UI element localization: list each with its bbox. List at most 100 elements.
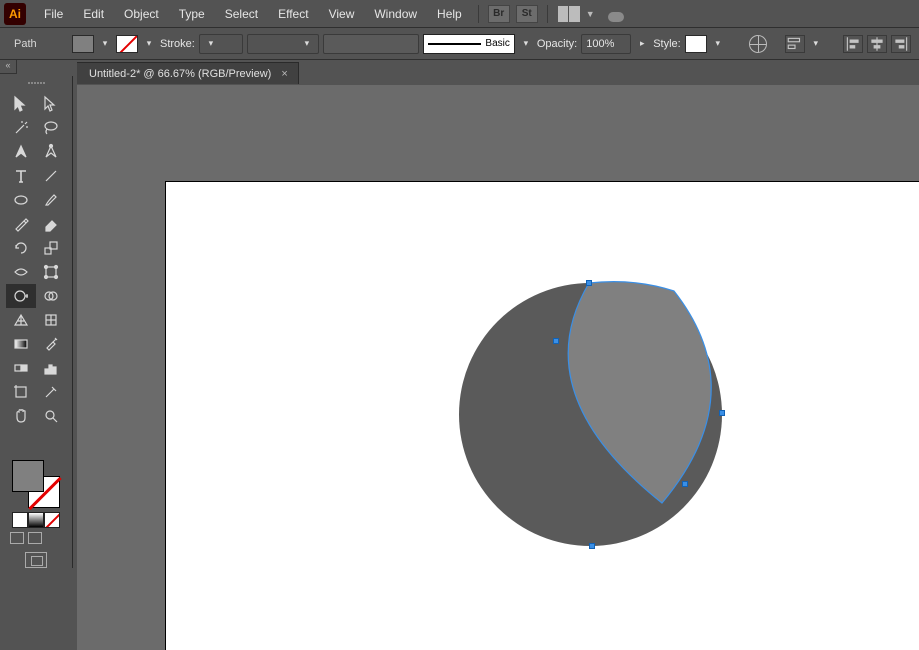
menu-type[interactable]: Type <box>169 0 215 28</box>
menu-view[interactable]: View <box>319 0 365 28</box>
anchor-point[interactable] <box>553 338 559 344</box>
selection-tool[interactable] <box>6 92 36 116</box>
stroke-swatch[interactable] <box>116 35 138 53</box>
menu-window[interactable]: Window <box>364 0 427 28</box>
close-icon[interactable]: × <box>281 68 287 80</box>
artboard-tool[interactable] <box>6 380 36 404</box>
screen-mode-button[interactable] <box>25 552 47 568</box>
color-mode-row <box>0 512 72 528</box>
menu-effect[interactable]: Effect <box>268 0 318 28</box>
eyedropper-tool[interactable] <box>36 332 66 356</box>
control-bar: Path ▾ ▾ Stroke: ▾ ▾ Basic ▾ Opacity: 10… <box>0 28 919 60</box>
ellipse-tool[interactable] <box>6 188 36 212</box>
hand-tool[interactable] <box>6 404 36 428</box>
anchor-point[interactable] <box>589 543 595 549</box>
magic-wand-tool[interactable] <box>6 116 36 140</box>
document-tab-title: Untitled-2* @ 66.67% (RGB/Preview) <box>89 68 271 80</box>
artboard[interactable] <box>165 181 919 650</box>
zoom-tool[interactable] <box>36 404 66 428</box>
menu-select[interactable]: Select <box>215 0 268 28</box>
opacity-label: Opacity: <box>537 38 577 50</box>
color-mode-gradient[interactable] <box>28 512 44 528</box>
menu-file[interactable]: File <box>34 0 73 28</box>
brush-definition-field[interactable] <box>323 34 419 54</box>
warp-tool[interactable] <box>6 284 36 308</box>
panel-grip[interactable] <box>0 82 72 90</box>
eraser-tool[interactable] <box>36 212 66 236</box>
separator <box>478 5 479 23</box>
align-left-button[interactable] <box>843 35 863 53</box>
opacity-flyout[interactable]: ▸ <box>635 35 649 53</box>
paintbrush-tool[interactable] <box>36 188 66 212</box>
pen-tool[interactable] <box>6 140 36 164</box>
document-tab[interactable]: Untitled-2* @ 66.67% (RGB/Preview) × <box>77 62 299 84</box>
stock-button[interactable]: St <box>516 5 538 23</box>
align-center-button[interactable] <box>867 35 887 53</box>
pencil-tool[interactable] <box>6 212 36 236</box>
graphic-style-swatch[interactable] <box>685 35 707 53</box>
gpu-performance-icon[interactable] <box>605 6 627 22</box>
anchor-point[interactable] <box>586 280 592 286</box>
width-tool[interactable] <box>6 260 36 284</box>
stepper-icon[interactable]: ▾ <box>204 35 218 53</box>
document-tab-row: Untitled-2* @ 66.67% (RGB/Preview) × <box>77 60 919 84</box>
chevron-down-icon: ▼ <box>586 9 595 19</box>
brush-stroke-icon <box>428 43 482 45</box>
chevron-down-icon: ▾ <box>300 35 314 53</box>
shape-builder-tool[interactable] <box>36 284 66 308</box>
selection-type-label: Path <box>8 38 68 50</box>
draw-behind[interactable] <box>28 532 42 544</box>
align-panel-button[interactable] <box>785 35 805 53</box>
chevron-down-icon[interactable]: ▾ <box>519 35 533 53</box>
slice-tool[interactable] <box>36 380 66 404</box>
column-graph-tool[interactable] <box>36 356 66 380</box>
app-icon: Ai <box>4 3 26 25</box>
toolbox <box>0 76 73 568</box>
menu-object[interactable]: Object <box>114 0 169 28</box>
menu-bar: Ai File Edit Object Type Select Effect V… <box>0 0 919 28</box>
perspective-tool[interactable] <box>6 308 36 332</box>
chevron-down-icon[interactable]: ▾ <box>711 35 725 53</box>
arrange-documents-button[interactable] <box>558 6 580 22</box>
opacity-value: 100% <box>586 38 614 50</box>
curvature-tool[interactable] <box>36 140 66 164</box>
fill-swatch[interactable] <box>72 35 94 53</box>
panel-collapse-button[interactable]: « <box>0 60 17 74</box>
brush-name: Basic <box>485 38 509 49</box>
blend-tool[interactable] <box>6 356 36 380</box>
gradient-tool[interactable] <box>6 332 36 356</box>
color-mode-none[interactable] <box>44 512 60 528</box>
rotate-tool[interactable] <box>6 236 36 260</box>
line-tool[interactable] <box>36 164 66 188</box>
fill-stroke-swatches[interactable] <box>12 460 60 508</box>
chevron-down-icon[interactable]: ▾ <box>98 35 112 53</box>
separator <box>547 5 548 23</box>
fill-color-swatch[interactable] <box>12 460 44 492</box>
recolor-artwork-icon[interactable] <box>749 35 767 53</box>
canvas-area[interactable] <box>77 85 919 650</box>
stroke-label: Stroke: <box>160 38 195 50</box>
style-label: Style: <box>653 38 681 50</box>
selected-shape[interactable] <box>554 283 724 507</box>
direct-selection-tool[interactable] <box>36 92 66 116</box>
bridge-button[interactable]: Br <box>488 5 510 23</box>
chevron-down-icon[interactable]: ▾ <box>809 35 823 53</box>
type-tool[interactable] <box>6 164 36 188</box>
draw-mode-row <box>10 532 72 544</box>
draw-normal[interactable] <box>10 532 24 544</box>
align-right-button[interactable] <box>891 35 911 53</box>
chevron-down-icon[interactable]: ▾ <box>142 35 156 53</box>
opacity-field[interactable]: 100% <box>581 34 631 54</box>
anchor-point[interactable] <box>719 410 725 416</box>
lasso-tool[interactable] <box>36 116 66 140</box>
menu-help[interactable]: Help <box>427 0 472 28</box>
brush-definition[interactable]: Basic <box>423 34 515 54</box>
scale-tool[interactable] <box>36 236 66 260</box>
color-mode-solid[interactable] <box>12 512 28 528</box>
stroke-weight-field[interactable]: ▾ <box>199 34 243 54</box>
variable-width-profile[interactable]: ▾ <box>247 34 319 54</box>
free-transform-tool[interactable] <box>36 260 66 284</box>
mesh-tool[interactable] <box>36 308 66 332</box>
anchor-point[interactable] <box>682 481 688 487</box>
menu-edit[interactable]: Edit <box>73 0 114 28</box>
